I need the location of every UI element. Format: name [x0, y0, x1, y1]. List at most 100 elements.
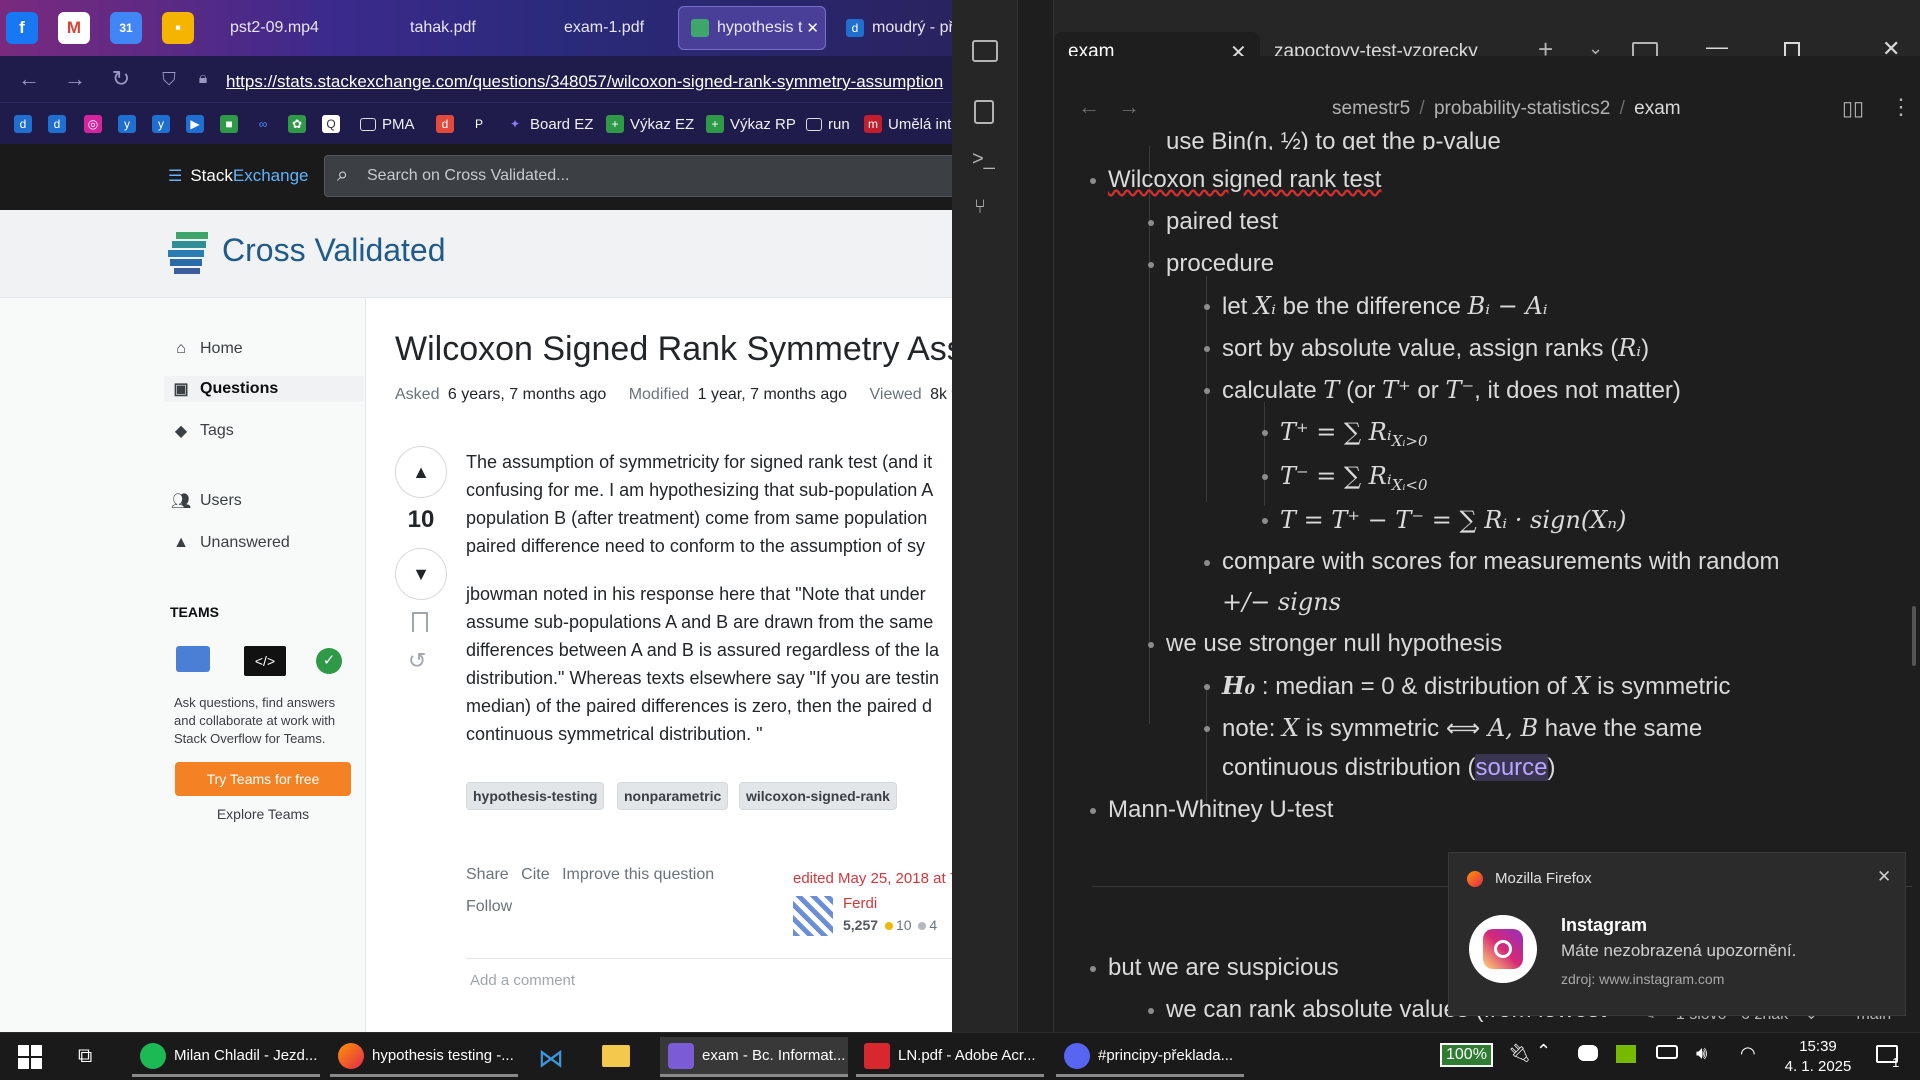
bookmark-icon-2[interactable]: d [48, 113, 72, 135]
edited-info[interactable]: edited May 25, 2018 at 7 [793, 870, 952, 887]
bookmark-icon-7[interactable]: ■ [220, 113, 244, 135]
nvidia-tray-icon[interactable] [1616, 1045, 1636, 1063]
gmail-pin-icon[interactable]: M [58, 12, 90, 44]
nav-users[interactable]: 👥︎ Users [170, 488, 242, 514]
tag-nonparametric[interactable]: nonparametric [617, 782, 729, 810]
line-text: note: [1222, 715, 1283, 742]
volume-icon[interactable]: 🔊︎ [1696, 1043, 1707, 1064]
taskbar-discord[interactable]: #principy-překlada... [1056, 1037, 1244, 1077]
task-view-icon[interactable]: ⧉ [78, 1045, 92, 1068]
line-text: compare with scores for measurements wit… [1222, 548, 1780, 575]
search-input[interactable]: ⌕ Search on Cross Validated... [324, 155, 952, 197]
clock[interactable]: 15:39 4. 1. 2025 [1778, 1037, 1858, 1077]
tab-pst2-09[interactable]: pst2-09.mp4 [218, 6, 338, 50]
site-name[interactable]: Cross Validated [222, 232, 446, 269]
tab-tahak[interactable]: tahak.pdf [398, 6, 518, 50]
tag-wilcoxon-signed-rank[interactable]: wilcoxon-signed-rank [739, 782, 897, 810]
taskbar-firefox[interactable]: hypothesis testing -... [330, 1037, 518, 1077]
notification-close-icon[interactable]: ✕ [1877, 867, 1891, 887]
bookmark-icon[interactable] [412, 612, 428, 632]
bookmark-umela[interactable]: m Umělá int [864, 113, 951, 135]
nav-forward-icon[interactable]: → [1118, 94, 1140, 120]
tray-chevron-icon[interactable]: ⌃ [1536, 1041, 1551, 1062]
shield-icon[interactable]: ⛉ [154, 64, 184, 94]
reading-view-icon[interactable]: ▯▯ [1842, 96, 1864, 121]
battery-indicator[interactable]: 100% [1440, 1043, 1493, 1067]
file-explorer-icon[interactable] [602, 1045, 630, 1067]
open-file-icon[interactable] [974, 100, 994, 124]
try-teams-button[interactable]: Try Teams for free [175, 762, 351, 796]
more-options-icon[interactable]: ⋮ [1890, 94, 1912, 120]
downvote-button[interactable]: ▼ [395, 548, 447, 600]
taskbar-acrobat[interactable]: LN.pdf - Adobe Acr... [856, 1037, 1044, 1077]
forward-icon[interactable]: → [60, 64, 90, 94]
breadcrumb-item[interactable]: semestr5 [1332, 98, 1410, 119]
bookmark-vykaz-ez[interactable]: + Výkaz EZ [606, 113, 694, 135]
source-link[interactable]: source [1475, 754, 1548, 781]
taskbar-spotify[interactable]: Milan Chladil - Jezd... [132, 1037, 320, 1077]
url-bar[interactable]: https://stats.stackexchange.com/question… [226, 72, 943, 92]
question-title[interactable]: Wilcoxon Signed Rank Symmetry Assu [395, 330, 952, 369]
bookmark-board-ez[interactable]: ✦ Board EZ [506, 113, 593, 135]
start-icon[interactable] [18, 1045, 42, 1069]
bookmark-icon-5[interactable]: y [152, 113, 176, 135]
nav-questions[interactable]: ▣ Questions [164, 376, 364, 402]
share-link[interactable]: Share [466, 866, 509, 883]
lock-icon[interactable]: 🔒︎ [188, 64, 218, 94]
bookmark-meta-icon[interactable]: ∞ [254, 113, 278, 135]
add-comment-link[interactable]: Add a comment [470, 972, 575, 989]
calendar-pin-icon[interactable]: 31 [110, 12, 142, 44]
editor-name[interactable]: Ferdi [843, 895, 877, 912]
nav-tags[interactable]: ◆ Tags [170, 418, 234, 444]
line-text: +/− signs [1222, 588, 1342, 616]
tab-moudry[interactable]: d moudrý - př [834, 6, 952, 50]
note-formula-tminus: T⁻ = ∑ RᵢXᵢ<0 [1262, 460, 1428, 501]
battery-tray-icon[interactable] [1656, 1045, 1678, 1059]
upvote-button[interactable]: ▲ [395, 446, 447, 498]
nav-home[interactable]: ⌂ Home [170, 336, 243, 362]
breadcrumb-current[interactable]: exam [1634, 98, 1680, 119]
toggle-sidebar-icon[interactable] [972, 40, 998, 62]
tab-exam-1[interactable]: exam-1.pdf [552, 6, 672, 50]
tab-hypothesis[interactable]: hypothesis t ✕ [678, 6, 826, 50]
nav-unanswered[interactable]: ▲ Unanswered [170, 530, 290, 556]
bookmark-icon-12[interactable]: d [436, 113, 460, 135]
notification-toast[interactable]: Mozilla Firefox ✕ Instagram Máte nezobra… [1448, 852, 1906, 1016]
wifi-icon[interactable]: ◠ [1740, 1043, 1756, 1064]
scrollbar[interactable] [1912, 606, 1916, 666]
cite-link[interactable]: Cite [521, 866, 549, 883]
taskbar-obsidian[interactable]: exam - Bc. Informat... [660, 1037, 848, 1077]
editor-avatar[interactable] [793, 896, 833, 936]
cross-validated-logo-icon[interactable] [168, 232, 210, 274]
bookmark-instagram-icon[interactable]: ◎ [84, 113, 108, 135]
bookmark-icon-9[interactable]: ✿ [288, 113, 312, 135]
terminal-icon[interactable]: >_ [972, 148, 995, 171]
bookmark-icon-1[interactable]: d [14, 113, 38, 135]
vote-count: 10 [407, 506, 435, 533]
stackexchange-logo[interactable]: ☰ Stack Exchange [168, 166, 309, 186]
bookmark-icon-4[interactable]: y [118, 113, 142, 135]
improve-question-link[interactable]: Improve this question [562, 866, 714, 883]
bookmark-run[interactable]: run [806, 113, 850, 135]
bookmark-vykaz-rp[interactable]: + Výkaz RP [706, 113, 796, 135]
bookmark-pma[interactable]: PMA [360, 113, 415, 135]
discord-tray-icon[interactable] [1578, 1045, 1598, 1061]
nav-back-icon[interactable]: ← [1078, 94, 1100, 120]
back-icon[interactable]: ← [14, 64, 44, 94]
reload-icon[interactable]: ↻ [106, 64, 136, 94]
close-tab-icon[interactable]: ✕ [806, 19, 819, 37]
bookmark-icon-10[interactable]: Q [322, 113, 346, 135]
breadcrumb-item[interactable]: probability-statistics2 [1434, 98, 1610, 119]
vscode-icon[interactable]: ⋈ [538, 1043, 564, 1074]
facebook-pin-icon[interactable]: f [6, 12, 38, 44]
bookmark-icon-13[interactable]: P [470, 113, 494, 135]
keep-pin-icon[interactable]: ▪ [162, 12, 194, 44]
line-text: sort by absolute value, assign ranks ( [1222, 335, 1619, 362]
explore-teams-link[interactable]: Explore Teams [175, 806, 351, 822]
history-icon[interactable]: ↺ [408, 648, 426, 674]
tag-hypothesis-testing[interactable]: hypothesis-testing [466, 782, 605, 810]
follow-link[interactable]: Follow [466, 898, 512, 916]
git-icon[interactable]: ⑂ [974, 196, 986, 219]
bookmark-icon-6[interactable]: ▶ [186, 113, 210, 135]
modified-value[interactable]: 1 year, 7 months ago [698, 386, 847, 403]
